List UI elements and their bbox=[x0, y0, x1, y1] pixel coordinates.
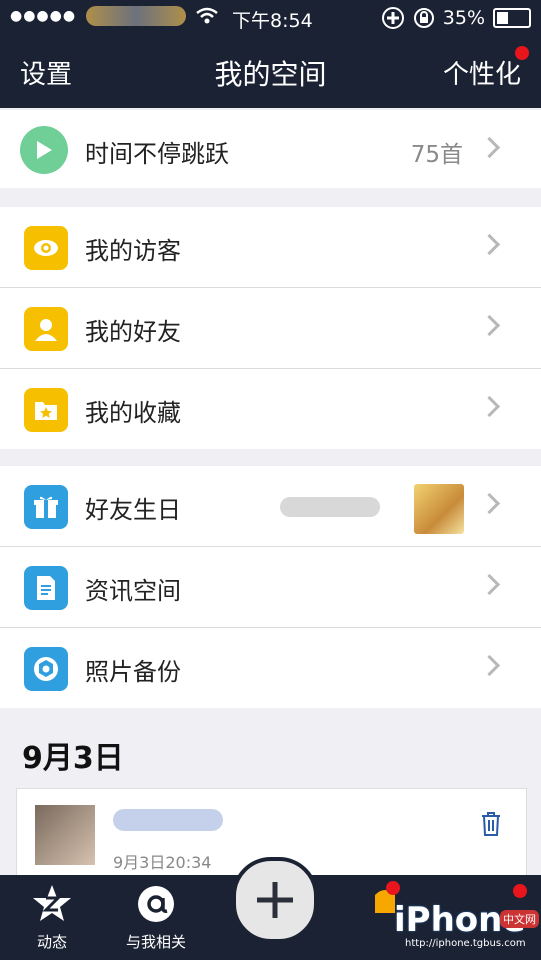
notification-dot bbox=[386, 881, 400, 895]
battery-percent: 35% bbox=[442, 7, 485, 29]
gift-icon bbox=[24, 485, 68, 529]
post-time: 9月3日20:34 bbox=[113, 853, 212, 872]
chevron-right-icon bbox=[478, 314, 501, 337]
location-icon bbox=[381, 7, 404, 29]
chevron-right-icon bbox=[478, 492, 501, 515]
chevron-right-icon bbox=[478, 233, 501, 256]
chevron-right-icon bbox=[478, 573, 501, 596]
favorites-row[interactable]: 我的收藏 bbox=[0, 369, 541, 449]
battery-icon bbox=[493, 8, 531, 28]
music-row[interactable]: 时间不停跳跃 75首 bbox=[0, 110, 541, 188]
favorites-label: 我的收藏 bbox=[85, 399, 181, 427]
friends-label: 我的好友 bbox=[85, 318, 181, 346]
signal-strength: ●●●●● bbox=[10, 8, 77, 24]
visitors-row[interactable]: 我的访客 bbox=[0, 207, 541, 288]
tab-feed-label: 动态 bbox=[36, 933, 67, 951]
feed-date: 9月3日 bbox=[22, 741, 124, 776]
news-label: 资讯空间 bbox=[85, 577, 181, 605]
tab-mentions-label: 与我相关 bbox=[125, 933, 186, 951]
visitors-label: 我的访客 bbox=[85, 237, 181, 265]
rotation-lock-icon bbox=[413, 8, 434, 28]
group-personal: 我的访客 我的好友 我的收藏 bbox=[0, 207, 541, 449]
chevron-right-icon bbox=[478, 136, 501, 159]
eye-icon bbox=[24, 226, 68, 270]
plus-icon bbox=[257, 882, 293, 918]
news-row[interactable]: 资讯空间 bbox=[0, 547, 541, 628]
chevron-right-icon bbox=[478, 395, 501, 418]
birthday-label: 好友生日 bbox=[85, 496, 181, 524]
tab-feed[interactable]: 动态 bbox=[20, 875, 84, 960]
music-count: 75首 bbox=[410, 142, 463, 168]
friend-name-blurred bbox=[280, 497, 380, 517]
friend-avatar bbox=[414, 484, 464, 534]
at-icon bbox=[138, 886, 174, 922]
star-z-icon bbox=[33, 885, 71, 921]
carrier-name-blurred bbox=[86, 6, 187, 26]
music-section: 时间不停跳跃 75首 bbox=[0, 110, 541, 188]
chevron-right-icon bbox=[478, 654, 501, 677]
post-avatar[interactable] bbox=[35, 805, 95, 865]
status-time: 下午8:54 bbox=[232, 10, 313, 32]
photo-backup-row[interactable]: 照片备份 bbox=[0, 628, 541, 708]
watermark-url: http://iphone.tgbus.com bbox=[405, 938, 526, 949]
friends-row[interactable]: 我的好友 bbox=[0, 288, 541, 369]
document-icon bbox=[24, 566, 68, 610]
wifi-icon bbox=[196, 7, 218, 24]
photo-backup-label: 照片备份 bbox=[85, 658, 181, 686]
status-bar: ●●●●● 下午8:54 35% bbox=[0, 0, 541, 34]
person-icon bbox=[24, 307, 68, 351]
notification-dot bbox=[513, 884, 527, 898]
post-author-blurred bbox=[113, 809, 223, 831]
star-folder-icon bbox=[24, 388, 68, 432]
trash-icon[interactable] bbox=[480, 811, 502, 837]
tab-mentions[interactable]: 与我相关 bbox=[118, 875, 194, 960]
compose-button[interactable] bbox=[232, 857, 318, 943]
nav-bar: 设置 我的空间 个性化 bbox=[0, 34, 541, 108]
aperture-icon bbox=[24, 647, 68, 691]
watermark-badge: 中文网 bbox=[500, 910, 539, 928]
personalize-button[interactable]: 个性化 bbox=[443, 54, 521, 91]
music-title: 时间不停跳跃 bbox=[85, 140, 229, 168]
play-icon bbox=[20, 126, 68, 174]
notification-dot bbox=[515, 46, 529, 60]
